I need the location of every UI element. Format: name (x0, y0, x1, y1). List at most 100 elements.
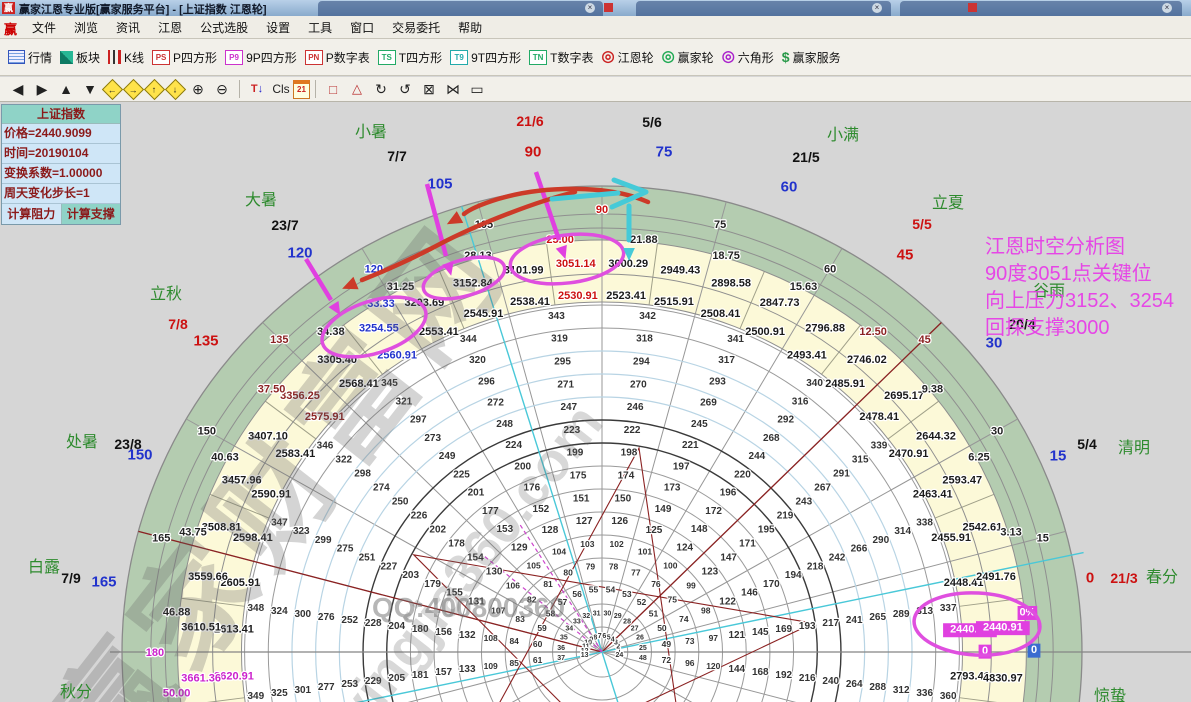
svg-text:264: 264 (846, 679, 863, 690)
svg-text:109: 109 (484, 661, 498, 671)
svg-text:60: 60 (824, 263, 836, 275)
arrow-right-icon[interactable]: ▶ (31, 79, 53, 99)
screen-tool-icon[interactable]: ▭ (466, 79, 488, 99)
toolbar-button-赢家服务[interactable]: $赢家服务 (782, 49, 841, 66)
gann-wheel[interactable]: 1234567891011121324252627282930313233343… (0, 102, 1191, 702)
calc-resistance-button[interactable]: 计算阻力 (2, 204, 61, 224)
svg-text:2593.47: 2593.47 (942, 475, 982, 487)
zoom-in-icon[interactable]: ⊕ (187, 79, 209, 99)
svg-text:250: 250 (392, 497, 409, 508)
svg-text:103: 103 (580, 539, 594, 549)
svg-text:225: 225 (453, 469, 470, 480)
calc-support-button[interactable]: 计算支撑 (61, 204, 121, 224)
toolbar-button-六角形[interactable]: ◎六角形 (722, 49, 774, 66)
rotate-cw-icon[interactable]: ↻ (370, 79, 392, 99)
svg-text:75: 75 (714, 219, 726, 231)
svg-text:288: 288 (869, 682, 886, 693)
calendar-icon[interactable]: 21 (293, 80, 310, 99)
svg-text:275: 275 (337, 544, 354, 555)
toolbar-label: 六角形 (738, 49, 774, 66)
menu-item-工具[interactable]: 工具 (299, 16, 341, 39)
tab-close-icon[interactable]: × (585, 3, 595, 13)
toolbar-button-9T四方形[interactable]: T99T四方形 (450, 49, 521, 66)
toolbar-button-江恩轮[interactable]: ◎江恩轮 (601, 49, 653, 66)
menu-item-江恩[interactable]: 江恩 (149, 16, 191, 39)
svg-text:2500.91: 2500.91 (745, 326, 785, 338)
menu-item-窗口[interactable]: 窗口 (341, 16, 383, 39)
t-down-icon[interactable]: T↓ (246, 79, 268, 99)
diamond-right-icon[interactable]: → (123, 78, 144, 99)
background-tab[interactable] (900, 1, 1182, 16)
svg-text:58: 58 (546, 609, 556, 619)
svg-text:28: 28 (623, 618, 631, 625)
rotate-ccw-icon[interactable]: ↺ (394, 79, 416, 99)
gann-wheel-chart-area[interactable]: 1234567891011121324252627282930313233343… (0, 102, 1191, 702)
toolbar-button-行情[interactable]: 行情 (8, 49, 52, 66)
svg-text:2644.32: 2644.32 (916, 430, 956, 442)
menu-item-浏览[interactable]: 浏览 (65, 16, 107, 39)
svg-text:200: 200 (514, 461, 531, 472)
menu-item-设置[interactable]: 设置 (257, 16, 299, 39)
rect-tool-icon[interactable]: □ (322, 79, 344, 99)
expand-tool-icon[interactable]: ⊠ (418, 79, 440, 99)
menu-item-交易委托[interactable]: 交易委托 (383, 16, 449, 39)
diamond-down-icon[interactable]: ↓ (165, 78, 186, 99)
date-label-21/6: 21/6 (516, 113, 543, 129)
triangle-tool-icon[interactable]: △ (346, 79, 368, 99)
svg-text:101: 101 (638, 546, 652, 556)
svg-text:346: 346 (317, 441, 334, 452)
svg-text:147: 147 (720, 553, 737, 564)
svg-text:33: 33 (573, 618, 581, 625)
menu-item-公式选股[interactable]: 公式选股 (191, 16, 257, 39)
background-tab[interactable] (636, 1, 891, 16)
toolbar-button-9P四方形[interactable]: P99P四方形 (225, 49, 297, 66)
svg-text:2478.41: 2478.41 (859, 411, 899, 423)
toolbar-button-P四方形[interactable]: PSP四方形 (152, 49, 217, 66)
background-tab[interactable] (318, 1, 603, 16)
toolbar-button-板块[interactable]: 板块 (60, 49, 100, 66)
cls-button[interactable]: Cls (270, 79, 292, 99)
svg-text:300: 300 (294, 609, 311, 620)
solar-term-清明: 清明 (1118, 434, 1150, 458)
svg-text:170: 170 (763, 579, 780, 590)
svg-text:174: 174 (618, 471, 635, 482)
svg-text:50: 50 (657, 623, 667, 633)
svg-text:251: 251 (359, 552, 376, 563)
menu-item-帮助[interactable]: 帮助 (449, 16, 491, 39)
svg-text:157: 157 (435, 667, 452, 678)
svg-text:241: 241 (846, 615, 863, 626)
toolbar-button-赢家轮[interactable]: ◎赢家轮 (662, 49, 714, 66)
svg-text:155: 155 (446, 588, 463, 599)
svg-text:34.38: 34.38 (317, 326, 345, 338)
toolbar-label: 9P四方形 (246, 49, 297, 66)
arrow-down-icon[interactable]: ▼ (79, 79, 101, 99)
svg-text:316: 316 (792, 396, 809, 407)
svg-text:193: 193 (799, 621, 816, 632)
menu-item-资讯[interactable]: 资讯 (107, 16, 149, 39)
toolbar-button-T四方形[interactable]: TST四方形 (378, 49, 442, 66)
date-label-23/7: 23/7 (271, 217, 298, 233)
toolbar-button-T数字表[interactable]: TNT数字表 (529, 49, 593, 66)
tab-close-icon[interactable]: × (872, 3, 882, 13)
svg-text:195: 195 (758, 525, 775, 536)
toolbar-button-K线[interactable]: K线 (108, 49, 144, 66)
diamond-left-icon[interactable]: ← (102, 78, 123, 99)
arrow-up-icon[interactable]: ▲ (55, 79, 77, 99)
tab-close-icon[interactable]: × (1162, 3, 1172, 13)
toolbar-button-P数字表[interactable]: PNP数字表 (305, 49, 370, 66)
svg-text:3508.81: 3508.81 (202, 522, 242, 534)
diamond-up-icon[interactable]: ↑ (144, 78, 165, 99)
svg-text:24: 24 (615, 652, 623, 659)
svg-text:153: 153 (496, 524, 513, 535)
menu-item-文件[interactable]: 文件 (23, 16, 65, 39)
svg-text:246: 246 (627, 402, 644, 413)
shrink-tool-icon[interactable]: ⋈ (442, 79, 464, 99)
svg-text:0: 0 (1031, 644, 1037, 656)
zoom-out-icon[interactable]: ⊖ (211, 79, 233, 99)
svg-text:344: 344 (460, 334, 477, 345)
svg-text:2493.41: 2493.41 (787, 349, 827, 361)
date-label-23/8: 23/8 (114, 436, 141, 452)
svg-text:31: 31 (593, 610, 601, 617)
arrow-left-icon[interactable]: ◀ (7, 79, 29, 99)
svg-text:2470.91: 2470.91 (889, 448, 929, 460)
